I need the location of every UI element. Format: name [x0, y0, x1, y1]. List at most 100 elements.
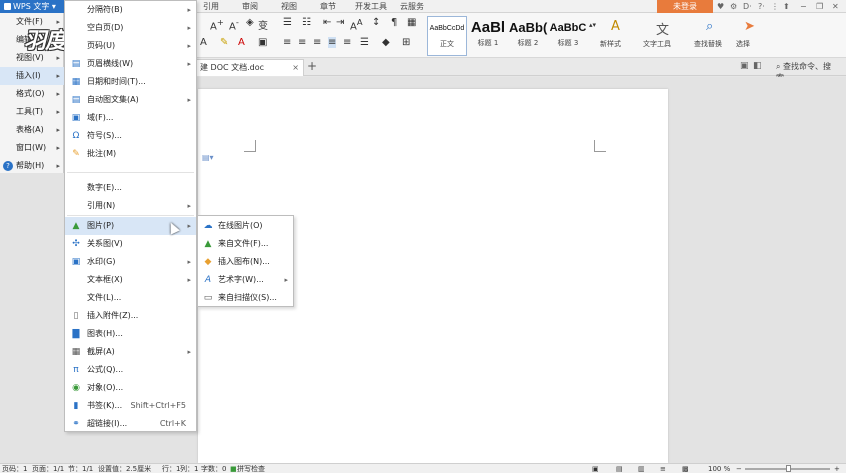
select-label[interactable]: 选择 — [736, 39, 750, 49]
menu-tools[interactable]: 工具(T) ▸ — [0, 103, 64, 121]
maximize-icon[interactable]: ❐ — [816, 0, 823, 13]
distribute-icon[interactable]: ≡ — [343, 37, 351, 48]
close-icon[interactable]: ✕ — [832, 0, 839, 13]
insert-object[interactable]: ◉ 对象(O)... — [65, 379, 196, 397]
outline-view-icon[interactable]: ≡ — [660, 464, 666, 473]
minimize-icon[interactable]: − — [800, 0, 807, 13]
style-heading3[interactable]: AaBbC 标题 3 — [548, 16, 588, 56]
tab-close-icon[interactable]: × — [292, 60, 299, 76]
picture-scanner[interactable]: ▭ 来自扫描仪(S)... — [198, 289, 293, 307]
phonetic-icon[interactable]: 变 — [258, 17, 268, 32]
styles-scroll-icon[interactable]: ▴▾ — [589, 21, 596, 29]
tab-cloud[interactable]: 云服务 — [400, 0, 424, 13]
menu-help[interactable]: ? 帮助(H) ▸ — [0, 157, 64, 175]
insert-textbox[interactable]: 文本框(X) ▸ — [65, 271, 196, 289]
insert-file[interactable]: 文件(L)... — [65, 289, 196, 307]
new-style-label[interactable]: 新样式 — [600, 39, 621, 49]
insert-datetime[interactable]: ▦ 日期和时间(T)... — [65, 73, 196, 91]
insert-separator[interactable]: 分隔符(B) ▸ — [65, 1, 196, 19]
menu-window[interactable]: 窗口(W) ▸ — [0, 139, 64, 157]
menu-table[interactable]: 表格(A) ▸ — [0, 121, 64, 139]
read-mode-icon[interactable]: ▣ — [592, 464, 599, 473]
insert-header-line[interactable]: ▤ 页眉横线(W) ▸ — [65, 55, 196, 73]
tab-developer[interactable]: 开发工具 — [355, 0, 387, 13]
insert-hyperlink[interactable]: ⚭ 超链接(I)... Ctrl+K — [65, 415, 196, 433]
style-normal[interactable]: AaBbCcDd 正文 — [427, 16, 467, 56]
highlight-icon[interactable]: ✎ — [220, 37, 228, 48]
document-tab[interactable]: 建 DOC 文档.doc × — [196, 59, 304, 76]
font-shrink-icon[interactable]: A- — [229, 17, 239, 32]
insert-comment[interactable]: ✎ 批注(M) — [65, 145, 196, 163]
font-grow-icon[interactable]: A+ — [210, 17, 224, 32]
help-icon[interactable]: ?· — [758, 0, 765, 13]
indent-decrease-icon[interactable]: ⇤ — [323, 17, 331, 28]
picture-wordart[interactable]: A 艺术字(W)... ▸ — [198, 271, 293, 289]
insert-autotext[interactable]: ▤ 自动图文集(A) ▸ — [65, 91, 196, 109]
more-icon[interactable]: ⋮ — [771, 0, 779, 13]
login-button[interactable]: 未登录 — [657, 0, 713, 13]
insert-formula[interactable]: π 公式(Q)... — [65, 361, 196, 379]
indent-increase-icon[interactable]: ⇥ — [336, 17, 344, 28]
status-spell[interactable]: 拼写检查 — [237, 464, 265, 473]
insert-symbol[interactable]: Ω 符号(S)... — [65, 127, 196, 145]
text-tools-icon[interactable]: 文 — [656, 19, 669, 38]
new-tab-icon[interactable]: + — [307, 59, 317, 73]
style-heading1[interactable]: AaBl 标题 1 — [469, 16, 507, 56]
zoom-slider-handle[interactable] — [786, 465, 791, 472]
settings-icon[interactable]: ⚙ — [730, 0, 737, 13]
picture-online[interactable]: ☁ 在线图片(O) — [198, 217, 293, 235]
zoom-in-icon[interactable]: + — [834, 464, 840, 473]
insert-relationship[interactable]: ✣ 关系图(V) — [65, 235, 196, 253]
restore-ribbon-icon[interactable]: ⬆ — [783, 0, 790, 13]
insert-attachment[interactable]: ▯ 插入附件(Z)... — [65, 307, 196, 325]
char-border-icon[interactable]: ▣ — [258, 37, 267, 48]
bullets-icon[interactable]: ☰ — [283, 17, 292, 28]
show-marks-icon[interactable]: ¶ — [391, 17, 397, 28]
font-color-icon[interactable]: A — [238, 37, 245, 48]
insert-reference[interactable]: 引用(N) ▸ — [65, 197, 196, 215]
insert-blank-page[interactable]: 空白页(D) ▸ — [65, 19, 196, 37]
style-heading2[interactable]: AaBb( 标题 2 — [509, 16, 547, 56]
justify-icon[interactable]: ≡ — [328, 37, 337, 48]
share-icon[interactable]: D· — [743, 0, 752, 13]
paste-options-icon[interactable]: ▤▾ — [202, 153, 214, 162]
zoom-value[interactable]: 100 % — [708, 464, 730, 473]
zoom-out-icon[interactable]: − — [736, 464, 742, 473]
clear-format-icon[interactable]: ◈ — [246, 17, 254, 28]
chinese-layout-icon[interactable]: AA — [350, 17, 363, 32]
find-replace-icon[interactable]: ⌕ — [706, 19, 713, 34]
shading-icon[interactable]: ◆ — [382, 37, 390, 48]
text-effect-icon[interactable]: A — [200, 37, 207, 48]
insert-number[interactable]: 数字(E)... — [65, 179, 196, 197]
skin-icon[interactable]: ♥ — [717, 0, 724, 13]
page-view-icon[interactable]: ▤ — [616, 464, 623, 473]
borders-icon[interactable]: ⊞ — [402, 37, 410, 48]
menu-format[interactable]: 格式(O) ▸ — [0, 85, 64, 103]
picture-canvas[interactable]: ◆ 插入图布(N)... — [198, 253, 293, 271]
align-left-icon[interactable]: ≡ — [283, 37, 291, 48]
wps-menu-button[interactable]: WPS 文字 ▾ — [0, 0, 64, 13]
numbering-icon[interactable]: ☷ — [302, 17, 311, 28]
find-replace-label[interactable]: 查找替换 — [694, 39, 722, 49]
tab-references[interactable]: 引用 — [203, 0, 219, 13]
insert-screenshot[interactable]: ▦ 截屏(A) ▸ — [65, 343, 196, 361]
picture-from-file[interactable]: ▲ 来自文件(F)... — [198, 235, 293, 253]
insert-watermark[interactable]: ▣ 水印(G) ▸ — [65, 253, 196, 271]
insert-chart[interactable]: ▇ 图表(H)... — [65, 325, 196, 343]
sort-icon[interactable]: ↕ — [372, 17, 380, 28]
align-right-icon[interactable]: ≡ — [313, 37, 321, 48]
insert-field[interactable]: ▣ 域(F)... — [65, 109, 196, 127]
full-screen-icon[interactable]: ▩ — [682, 464, 689, 473]
menu-insert[interactable]: 插入(I) ▸ — [0, 67, 64, 85]
info-icon[interactable]: ◧ — [753, 61, 762, 71]
text-tools-label[interactable]: 文字工具 — [643, 39, 671, 49]
new-style-icon[interactable]: A — [611, 19, 620, 34]
web-view-icon[interactable]: ▥ — [638, 464, 645, 473]
insert-page-number[interactable]: 页码(U) ▸ — [65, 37, 196, 55]
line-spacing-icon[interactable]: ☰ — [360, 37, 369, 48]
tab-view[interactable]: 视图 — [281, 0, 297, 13]
comment-icon[interactable]: ▣ — [740, 61, 749, 71]
select-icon[interactable]: ➤ — [744, 19, 755, 34]
tab-review[interactable]: 审阅 — [242, 0, 258, 13]
table-icon[interactable]: ▦ — [407, 17, 416, 28]
